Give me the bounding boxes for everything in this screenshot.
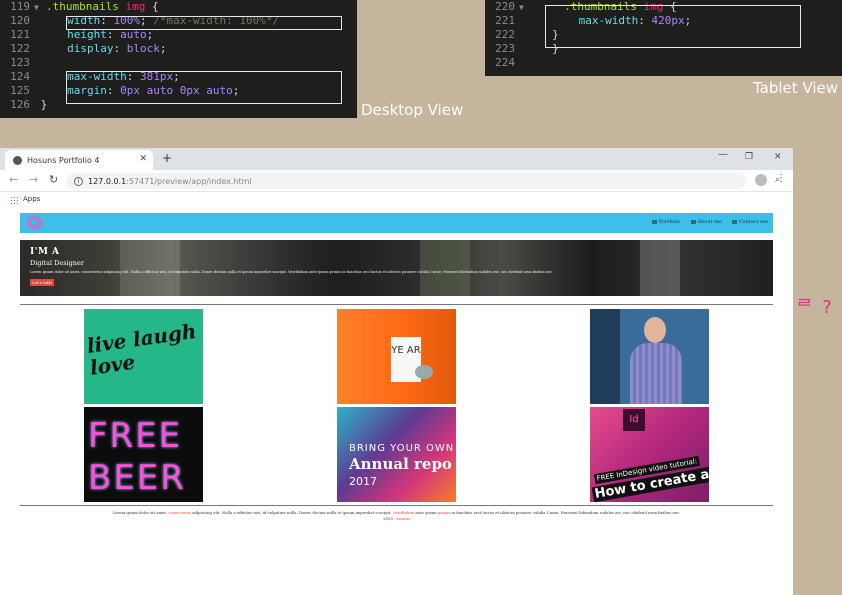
tab-title: Hosuns Portfolio 4 bbox=[27, 155, 100, 165]
person-figure bbox=[630, 317, 682, 404]
portfolio-icon bbox=[651, 220, 657, 224]
browser-tab[interactable]: Hosuns Portfolio 4 ✕ bbox=[5, 150, 153, 170]
lamp-shape bbox=[415, 365, 433, 379]
nav-item-about[interactable]: About me bbox=[690, 219, 722, 225]
code-line-122: 122 display: block; bbox=[10, 42, 167, 55]
desktop-code-editor: 119 ▼ .thumbnails img { 120 width: 100%; /… bbox=[0, 0, 357, 118]
thumbnail-indesign-tutorial[interactable]: Id FREE InDesign video tutorial: How to … bbox=[590, 407, 709, 502]
close-window-button[interactable]: ✕ bbox=[774, 152, 782, 162]
site-nav: Portfolio About me Contact me bbox=[651, 219, 768, 225]
tab-close-icon[interactable]: ✕ bbox=[139, 154, 147, 164]
fold-toggle-icon[interactable]: ▼ bbox=[34, 1, 46, 15]
site-logo[interactable] bbox=[27, 216, 43, 229]
reload-icon[interactable]: ↻ bbox=[49, 173, 58, 186]
thumbnail-orange-desk[interactable]: YE AR bbox=[337, 309, 456, 404]
tablet-code-editor: 220 ▼ .thumbnails img { 221 max-width: 42… bbox=[485, 0, 842, 76]
hero-title: I'M A bbox=[30, 247, 60, 257]
fold-toggle-icon[interactable]: ▼ bbox=[519, 1, 531, 15]
thumbnail-free-beer[interactable]: FREE BEER bbox=[84, 407, 203, 502]
site-footer: Lorem ipsum dolor sit amet, consectetur … bbox=[112, 510, 681, 521]
person-shirt bbox=[630, 343, 682, 404]
code-line-119: 119 ▼ .thumbnails img { bbox=[10, 0, 159, 15]
side-note-text: ᄅ ? bbox=[796, 297, 834, 318]
highlight-box-tablet bbox=[545, 5, 801, 48]
hero-banner: I'M A Digital Designer Lorem ipsum dolor… bbox=[20, 240, 773, 296]
portfolio-site: Portfolio About me Contact me I'M A Digi… bbox=[20, 213, 773, 522]
thumbnail-portrait[interactable] bbox=[590, 309, 709, 404]
hero-bg-window bbox=[640, 240, 680, 296]
bookmarks-bar: Apps bbox=[0, 192, 793, 208]
url-host: 127.0.0.1 bbox=[88, 176, 127, 186]
globe-icon bbox=[13, 155, 22, 165]
browser-window: Hosuns Portfolio 4 ✕ + — ❐ ✕ ← → ↻ i 127… bbox=[0, 148, 793, 595]
thumbnail-live-laugh-love[interactable]: live laugh love bbox=[84, 309, 203, 404]
thumbnail-gallery: live laugh love YE AR FREE BEER BRING YO… bbox=[20, 305, 773, 505]
footer-link[interactable]: hosuns bbox=[396, 516, 410, 521]
hero-bg-plant bbox=[420, 240, 470, 296]
footer-link[interactable]: Vestibulum bbox=[393, 510, 414, 515]
footer-link[interactable]: consectetur bbox=[168, 510, 191, 515]
nav-item-portfolio[interactable]: Portfolio bbox=[651, 219, 681, 225]
url-path: :57471/preview/app/index.html bbox=[126, 176, 252, 186]
highlight-box-width bbox=[66, 16, 342, 30]
browser-toolbar: ← → ↻ i 127.0.0.1:57471/preview/app/inde… bbox=[0, 170, 793, 192]
apps-bookmark[interactable]: Apps bbox=[23, 195, 40, 203]
contact-icon bbox=[731, 220, 737, 224]
kebab-menu-icon[interactable]: ⋮ bbox=[776, 173, 786, 184]
dark-wall bbox=[590, 309, 620, 404]
address-bar[interactable]: i 127.0.0.1:57471/preview/app/index.html… bbox=[66, 173, 780, 189]
about-icon bbox=[690, 220, 696, 224]
code-line-121: 121 height: auto; bbox=[10, 28, 154, 41]
forward-arrow-icon[interactable]: → bbox=[29, 173, 38, 186]
new-tab-button[interactable]: + bbox=[162, 151, 172, 165]
thumbnail-annual-report[interactable]: BRING YOUR OWN B Annual repo 2017 bbox=[337, 407, 456, 502]
minimize-button[interactable]: — bbox=[718, 149, 728, 160]
hero-bg-photo bbox=[120, 240, 180, 296]
site-header: Portfolio About me Contact me bbox=[20, 213, 773, 233]
footer-link[interactable]: primis bbox=[438, 510, 450, 515]
info-icon[interactable]: i bbox=[74, 176, 83, 186]
nav-item-contact[interactable]: Contact me bbox=[731, 219, 768, 225]
indesign-badge-icon: Id bbox=[623, 409, 645, 431]
desktop-view-caption: Desktop View bbox=[361, 101, 464, 119]
hero-subtitle: Digital Designer bbox=[30, 259, 84, 267]
maximize-button[interactable]: ❐ bbox=[745, 152, 753, 162]
back-arrow-icon[interactable]: ← bbox=[9, 173, 18, 186]
hero-body: Lorem ipsum dolor sit amet, consectetur … bbox=[30, 270, 554, 274]
code-line-224: 224 bbox=[495, 56, 515, 69]
tablet-view-caption: Tablet View bbox=[753, 79, 839, 97]
highlight-box-maxwidth bbox=[66, 71, 342, 104]
apps-grid-icon[interactable] bbox=[10, 196, 18, 204]
profile-avatar-icon[interactable] bbox=[755, 174, 767, 186]
code-line-123: 123 bbox=[10, 56, 30, 69]
lets-talk-button[interactable]: Let's talk! bbox=[30, 279, 55, 286]
tab-bar: Hosuns Portfolio 4 ✕ + — ❐ ✕ bbox=[0, 148, 793, 170]
person-head bbox=[644, 317, 666, 343]
